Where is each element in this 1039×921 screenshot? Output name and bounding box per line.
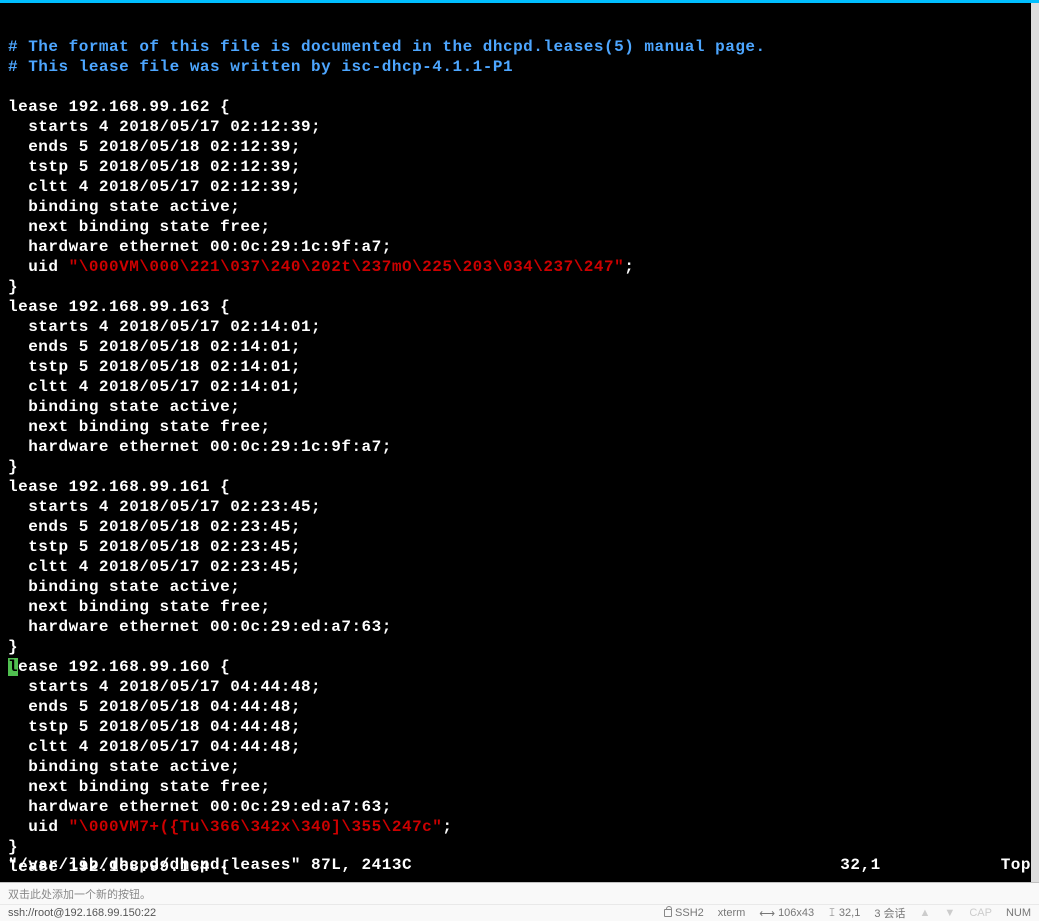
caps-lock-indicator: CAP [969, 907, 992, 919]
lease-binding: binding state active; [8, 758, 240, 776]
lease-next: next binding state free; [8, 218, 271, 236]
cursor-icon: 𝙸 [828, 907, 836, 920]
lease-close: } [8, 838, 18, 856]
lease-cltt: cltt 4 2018/05/17 02:12:39; [8, 178, 301, 196]
terminal-window: # The format of this file is documented … [0, 0, 1039, 882]
arrow-down-icon[interactable]: ▼ [944, 907, 955, 919]
lease-ends: ends 5 2018/05/18 02:12:39; [8, 138, 301, 156]
lease-cltt: cltt 4 2018/05/17 02:14:01; [8, 378, 301, 396]
lease-next: next binding state free; [8, 418, 271, 436]
lease-close: } [8, 458, 18, 476]
lease-tstp: tstp 5 2018/05/18 02:12:39; [8, 158, 301, 176]
lease-header: lease 192.168.99.163 { [8, 298, 230, 316]
lease-ends: ends 5 2018/05/18 02:14:01; [8, 338, 301, 356]
lease-cltt: cltt 4 2018/05/17 04:44:48; [8, 738, 301, 756]
lease-next: next binding state free; [8, 598, 271, 616]
arrow-up-icon[interactable]: ▲ [920, 907, 931, 919]
cursor-position: 𝙸 32,1 [828, 907, 860, 920]
num-lock-indicator: NUM [1006, 907, 1031, 919]
vim-cursor-position: 32,1 [840, 856, 880, 874]
lease-uid-value: "\000VM7+({Tu\366\342x\340]\355\247c" [69, 818, 443, 836]
lease-header: ease 192.168.99.160 { [18, 658, 230, 676]
lease-tstp: tstp 5 2018/05/18 02:14:01; [8, 358, 301, 376]
comment-line: # This lease file was written by isc-dhc… [8, 58, 513, 76]
lease-binding: binding state active; [8, 198, 240, 216]
lease-starts: starts 4 2018/05/17 04:44:48; [8, 678, 321, 696]
lease-hw: hardware ethernet 00:0c:29:ed:a7:63; [8, 618, 392, 636]
ssh-indicator: SSH2 [664, 907, 704, 919]
vim-scroll-indicator: Top [1001, 856, 1031, 874]
comment-line: # The format of this file is documented … [8, 38, 766, 56]
lease-binding: binding state active; [8, 398, 240, 416]
lease-starts: starts 4 2018/05/17 02:23:45; [8, 498, 321, 516]
lease-uid-suffix: ; [442, 818, 452, 836]
lease-tstp: tstp 5 2018/05/18 04:44:48; [8, 718, 301, 736]
lease-uid-suffix: ; [624, 258, 634, 276]
lease-tstp: tstp 5 2018/05/18 02:23:45; [8, 538, 301, 556]
connection-string: ssh://root@192.168.99.150:22 [8, 907, 664, 919]
lease-hw: hardware ethernet 00:0c:29:1c:9f:a7; [8, 238, 392, 256]
lease-cltt: cltt 4 2018/05/17 02:23:45; [8, 558, 301, 576]
session-count: 3 会话 [874, 905, 905, 921]
lease-hw: hardware ethernet 00:0c:29:ed:a7:63; [8, 798, 392, 816]
lease-ends: ends 5 2018/05/18 02:23:45; [8, 518, 301, 536]
terminal-content[interactable]: # The format of this file is documented … [0, 3, 1039, 882]
lock-icon [664, 909, 672, 917]
lease-ends: ends 5 2018/05/18 04:44:48; [8, 698, 301, 716]
terminal-size: ⟷ 106x43 [759, 907, 814, 920]
lease-uid-prefix: uid [8, 258, 69, 276]
vim-file-info: "/var/lib/dhcpd/dhcpd.leases" 87L, 2413C [8, 856, 412, 874]
terminal-type: xterm [718, 907, 746, 919]
lease-hw: hardware ethernet 00:0c:29:1c:9f:a7; [8, 438, 392, 456]
lease-header: lease 192.168.99.162 { [8, 98, 230, 116]
vim-status-bar: "/var/lib/dhcpd/dhcpd.leases" 87L, 2413C… [0, 856, 1039, 882]
scrollbar[interactable] [1031, 3, 1039, 882]
lease-close: } [8, 278, 18, 296]
lease-header: lease 192.168.99.161 { [8, 478, 230, 496]
lease-uid-prefix: uid [8, 818, 69, 836]
lease-next: next binding state free; [8, 778, 271, 796]
lease-starts: starts 4 2018/05/17 02:12:39; [8, 118, 321, 136]
lease-close: } [8, 638, 18, 656]
lease-binding: binding state active; [8, 578, 240, 596]
toolbar-hint-text: 双击此处添加一个新的按钮。 [8, 886, 151, 902]
toolbar-hint-bar[interactable]: 双击此处添加一个新的按钮。 [0, 882, 1039, 904]
lease-starts: starts 4 2018/05/17 02:14:01; [8, 318, 321, 336]
vim-cursor: l [8, 658, 18, 676]
resize-icon: ⟷ [759, 907, 775, 920]
app-status-bar: ssh://root@192.168.99.150:22 SSH2 xterm … [0, 904, 1039, 921]
lease-uid-value: "\000VM\000\221\037\240\202t\237mO\225\2… [69, 258, 625, 276]
